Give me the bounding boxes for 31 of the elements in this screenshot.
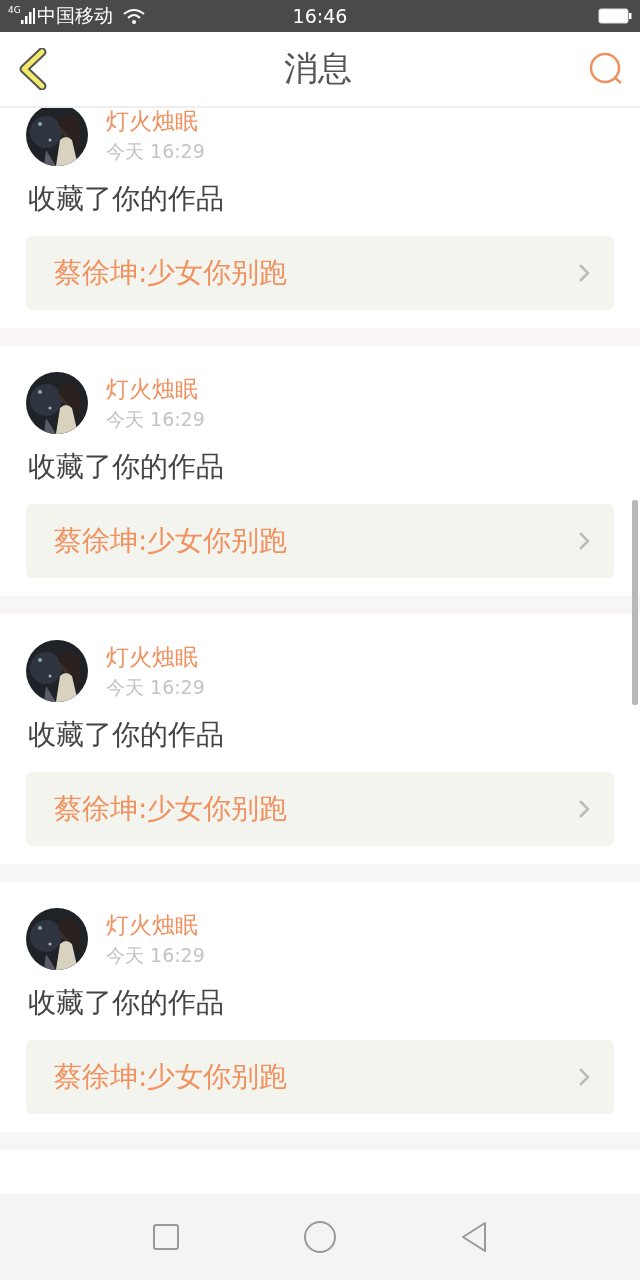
- timestamp: 今天 16:29: [106, 138, 205, 164]
- work-link[interactable]: 蔡徐坤:少女你别跑: [26, 236, 614, 310]
- work-link[interactable]: 蔡徐坤:少女你别跑: [26, 504, 614, 578]
- signal-icon: [20, 8, 35, 24]
- timestamp: 今天 16:29: [106, 406, 205, 432]
- timestamp: 今天 16:29: [106, 674, 205, 700]
- carrier-name: 中国移动: [36, 3, 113, 28]
- clock: 16:46: [292, 5, 348, 27]
- message-text: 收藏了你的作品: [28, 181, 225, 217]
- square-icon[interactable]: [151, 1223, 180, 1251]
- message-text: 收藏了你的作品: [28, 985, 225, 1021]
- user-name[interactable]: 灯火烛眠: [106, 641, 205, 673]
- triangle-icon[interactable]: [460, 1221, 489, 1253]
- user-name[interactable]: 灯火烛眠: [106, 909, 205, 941]
- user-name[interactable]: 灯火烛眠: [106, 373, 205, 405]
- work-link[interactable]: 蔡徐坤:少女你别跑: [26, 772, 614, 846]
- page-title: 消息: [284, 47, 352, 90]
- message-text: 收藏了你的作品: [28, 717, 225, 753]
- network-type: 4G: [8, 5, 21, 15]
- timestamp: 今天 16:29: [106, 942, 205, 968]
- search-icon[interactable]: [588, 51, 624, 87]
- chevron-icon: [578, 799, 590, 819]
- wifi-icon: [122, 7, 145, 25]
- work-link[interactable]: 蔡徐坤:少女你别跑: [26, 1040, 614, 1114]
- user-name[interactable]: 灯火烛眠: [106, 108, 205, 137]
- battery-icon: [598, 8, 632, 24]
- circle-icon[interactable]: [303, 1220, 337, 1254]
- chevron-icon: [578, 1067, 590, 1087]
- chevron-icon: [578, 531, 590, 551]
- chevron-icon: [578, 263, 590, 283]
- message-text: 收藏了你的作品: [28, 449, 225, 485]
